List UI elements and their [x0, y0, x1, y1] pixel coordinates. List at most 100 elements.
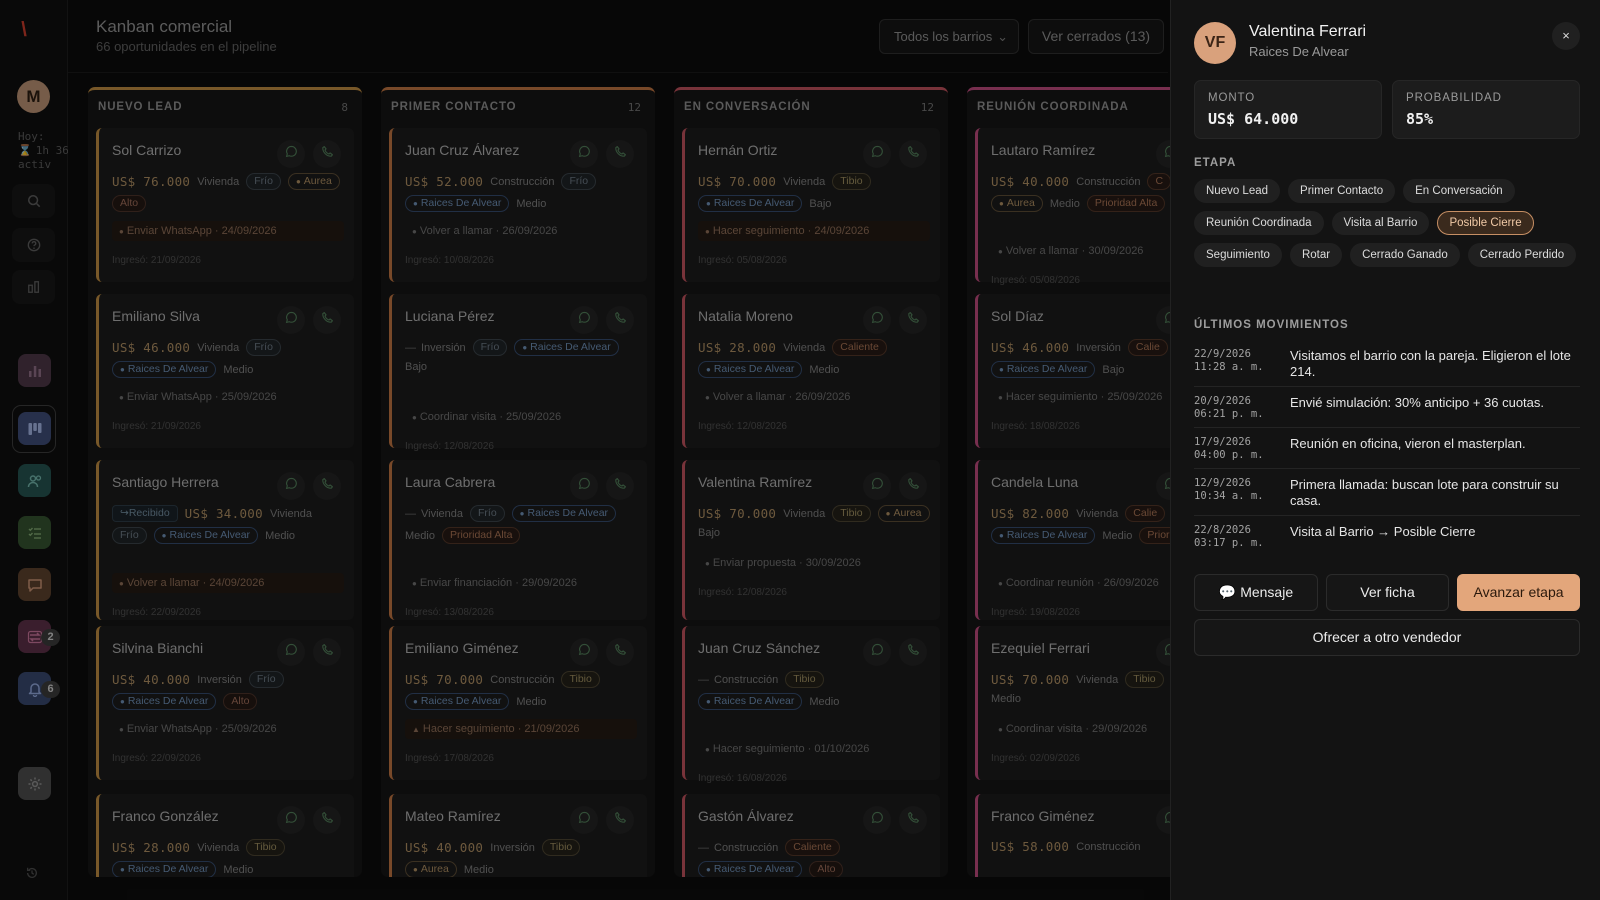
brand-logo-icon[interactable]: \	[15, 17, 33, 43]
settings-button[interactable]	[18, 767, 51, 800]
contacts-app-button[interactable]	[18, 464, 51, 497]
stage-option[interactable]: Visita al Barrio	[1331, 211, 1430, 235]
next-task[interactable]: ● Volver a llamar · 26/09/2026	[698, 387, 930, 407]
whatsapp-button[interactable]	[863, 806, 891, 834]
lead-created-date: Ingresó: 19/08/2026	[991, 607, 1080, 618]
lead-amount: US$ 58.000	[991, 839, 1070, 854]
whatsapp-button[interactable]	[570, 638, 598, 666]
whatsapp-icon	[285, 311, 298, 329]
lead-name: Valentina Ramírez	[698, 474, 813, 490]
call-button[interactable]	[606, 806, 634, 834]
user-avatar[interactable]: M	[17, 80, 50, 113]
stats-button[interactable]	[12, 270, 55, 304]
lead-card[interactable]: Laura Cabrera — Vivienda Frío Raices De Alve…	[389, 460, 647, 620]
lead-card[interactable]: Natalia Moreno US$ 28.000 Vivienda Caliente…	[682, 294, 940, 448]
search-button[interactable]	[12, 184, 55, 218]
call-button[interactable]	[313, 140, 341, 168]
view-closed-button[interactable]: Ver cerrados (13)	[1028, 19, 1164, 54]
call-button[interactable]	[606, 638, 634, 666]
call-button[interactable]	[899, 472, 927, 500]
stage-option[interactable]: Posible Cierre	[1437, 211, 1534, 235]
whatsapp-button[interactable]	[570, 472, 598, 500]
lead-card[interactable]: Sol Carrizo US$ 76.000 Vivienda Frío Aurea Al…	[96, 128, 354, 282]
next-task[interactable]: ● Coordinar visita · 25/09/2026	[405, 407, 637, 427]
call-button[interactable]	[313, 306, 341, 334]
whatsapp-button[interactable]	[277, 140, 305, 168]
lead-name: Lautaro Ramírez	[991, 142, 1096, 158]
next-task[interactable]: ● Volver a llamar · 26/09/2026	[405, 221, 637, 241]
lead-card[interactable]: Luciana Pérez — Inversión Frío Raices De Alv…	[389, 294, 647, 452]
whatsapp-button[interactable]	[863, 472, 891, 500]
call-button[interactable]	[606, 306, 634, 334]
whatsapp-button[interactable]	[863, 140, 891, 168]
stage-option[interactable]: Nuevo Lead	[1194, 179, 1281, 203]
stage-option[interactable]: Seguimiento	[1194, 243, 1282, 267]
analytics-app-button[interactable]	[18, 354, 51, 387]
lead-card[interactable]: Mateo Ramírez US$ 40.000 Inversión Tibio Aur…	[389, 794, 647, 877]
next-task[interactable]: ● Enviar WhatsApp · 24/09/2026	[112, 221, 344, 241]
lead-card[interactable]: Valentina Ramírez US$ 70.000 Vivienda Tibio…	[682, 460, 940, 620]
call-button[interactable]	[313, 806, 341, 834]
help-button[interactable]	[12, 228, 55, 262]
interest-level: Medio	[265, 529, 296, 542]
kanban-app-button[interactable]	[18, 412, 51, 445]
call-button[interactable]	[899, 306, 927, 334]
lead-card[interactable]: Juan Cruz Sánchez — Construcción Tibio Raice…	[682, 626, 940, 784]
lead-card[interactable]: Santiago Herrera ↪Recibido US$ 34.000 Vivie…	[96, 460, 354, 620]
movement-row: 20/9/2026 06:21 p. m. Envié simulación: 30…	[1194, 393, 1580, 428]
messages-app-button[interactable]	[18, 568, 51, 601]
stage-option[interactable]: Cerrado Perdido	[1467, 243, 1577, 267]
today-activity-label: activ	[18, 158, 52, 171]
lead-card[interactable]: Emiliano Giménez US$ 70.000 Construcción Ti…	[389, 626, 647, 780]
whatsapp-button[interactable]	[863, 306, 891, 334]
call-button[interactable]	[899, 140, 927, 168]
call-button[interactable]	[313, 472, 341, 500]
today-activity: Hoy: ⌛ 1h 36 activ	[18, 130, 68, 172]
lead-card[interactable]: Juan Cruz Álvarez US$ 52.000 Construcción F…	[389, 128, 647, 282]
lead-card[interactable]: Emiliano Silva US$ 46.000 Vivienda Frío Raic…	[96, 294, 354, 448]
history-button[interactable]	[25, 866, 39, 885]
whatsapp-button[interactable]	[277, 806, 305, 834]
whatsapp-button[interactable]	[570, 140, 598, 168]
lead-card[interactable]: Silvina Bianchi US$ 40.000 Inversión Frío Ra…	[96, 626, 354, 780]
lead-card[interactable]: Gastón Álvarez — Construcción Caliente Raice…	[682, 794, 940, 877]
next-task[interactable]: ● Hacer seguimiento · 01/10/2026	[698, 739, 930, 759]
call-button[interactable]	[606, 472, 634, 500]
tasks-app-button[interactable]	[18, 516, 51, 549]
whatsapp-button[interactable]	[570, 306, 598, 334]
lead-card[interactable]: Hernán Ortiz US$ 70.000 Vivienda Tibio Raice…	[682, 128, 940, 282]
stage-option[interactable]: Reunión Coordinada	[1194, 211, 1324, 235]
next-task[interactable]: ● Enviar financiación · 29/09/2026	[405, 573, 637, 593]
call-button[interactable]	[606, 140, 634, 168]
close-button[interactable]: ×	[1552, 22, 1580, 50]
call-button[interactable]	[313, 638, 341, 666]
next-task[interactable]: ● Hacer seguimiento · 24/09/2026	[698, 221, 930, 241]
lead-avatar: VF	[1194, 22, 1236, 64]
next-task[interactable]: ● Enviar WhatsApp · 25/09/2026	[112, 719, 344, 739]
view-profile-button[interactable]: Ver ficha	[1326, 574, 1449, 611]
call-button[interactable]	[899, 638, 927, 666]
call-button[interactable]	[899, 806, 927, 834]
advance-stage-button[interactable]: Avanzar etapa	[1457, 574, 1580, 611]
message-button[interactable]: 💬 Mensaje	[1194, 574, 1318, 611]
next-task[interactable]: ▲ Hacer seguimiento · 21/09/2026	[405, 719, 637, 739]
stage-option[interactable]: En Conversación	[1403, 179, 1515, 203]
offer-other-seller-button[interactable]: Ofrecer a otro vendedor	[1194, 619, 1580, 656]
next-task[interactable]: ● Enviar WhatsApp · 25/09/2026	[112, 387, 344, 407]
lead-name: Emiliano Silva	[112, 308, 200, 324]
movement-text: Visitamos el barrio con la pareja. Eligi…	[1290, 348, 1571, 379]
stage-option[interactable]: Rotar	[1289, 243, 1343, 267]
whatsapp-button[interactable]	[570, 806, 598, 834]
stage-option[interactable]: Cerrado Ganado	[1350, 243, 1460, 267]
whatsapp-button[interactable]	[277, 472, 305, 500]
whatsapp-button[interactable]	[863, 638, 891, 666]
whatsapp-button[interactable]	[277, 638, 305, 666]
lead-card[interactable]: Franco González US$ 28.000 Vivienda Tibio Ra…	[96, 794, 354, 877]
lead-barrio: Raices De Alvear	[1249, 44, 1349, 59]
next-task[interactable]: ● Enviar propuesta · 30/09/2026	[698, 553, 930, 573]
next-task[interactable]: ● Volver a llamar · 24/09/2026	[112, 573, 344, 593]
barrio-filter-select[interactable]: Todos los barrios ⌄	[879, 19, 1019, 54]
stage-option[interactable]: Primer Contacto	[1288, 179, 1396, 203]
lead-meta: US$ 40.000 Inversión Tibio Aurea Medio	[405, 839, 639, 877]
whatsapp-button[interactable]	[277, 306, 305, 334]
